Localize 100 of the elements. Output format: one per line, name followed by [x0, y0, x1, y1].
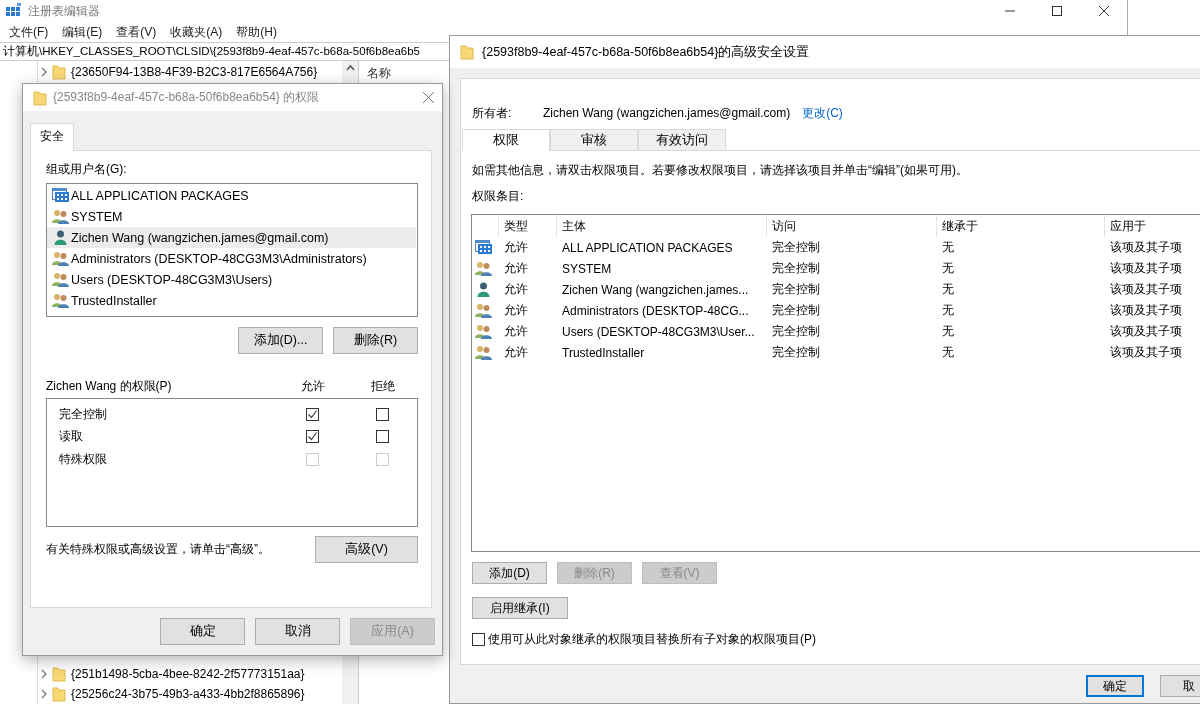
column-header[interactable]: 名称 [367, 66, 391, 80]
window-grid-icon [475, 240, 492, 255]
users-icon [52, 272, 69, 287]
list-button[interactable]: 添加(D)... [238, 327, 323, 354]
checkbox[interactable] [305, 430, 319, 444]
user-icon [475, 282, 492, 297]
table-cell-text: ALL APPLICATION PACKAGES [561, 239, 734, 257]
table-cell-text: 该项及其子项 [1109, 260, 1183, 277]
table-cell-text: 该项及其子项 [1109, 344, 1183, 361]
table-cell-text: Administrators (DESKTOP-48CG... [561, 302, 750, 320]
tab[interactable]: 权限 [462, 129, 550, 151]
table-cell-text: TrustedInstaller [561, 344, 646, 362]
menu-item[interactable]: 文件(F) [2, 23, 56, 41]
close-icon[interactable] [423, 92, 434, 103]
dialog-title: {2593f8b9-4eaf-457c-b68a-50f6b8ea6b54} 的权限 [53, 89, 320, 106]
table-cell-text: 无 [941, 302, 955, 319]
checkbox[interactable] [375, 430, 389, 444]
users-icon [475, 261, 492, 276]
table-cell-text: 完全控制 [771, 323, 821, 340]
user-icon [52, 230, 69, 245]
deny-header: 拒绝 [370, 377, 396, 395]
address-field[interactable]: 计算机\HKEY_CLASSES_ROOT\CLSID\{2593f8b9-4eaf-457c-b68a-50f6b8ea6b5 [0, 42, 449, 61]
checkbox-label: 使用可从此对象继承的权限项目替换所有子对象的权限项目(P) [488, 631, 816, 648]
users-icon [475, 303, 492, 318]
tree-item[interactable]: {23650F94-13B8-4F39-B2C3-817E6564A756} [71, 65, 318, 79]
menu-item[interactable]: 帮助(H) [229, 23, 284, 41]
permission-name: 特殊权限 [59, 450, 108, 468]
chevron-icon[interactable] [41, 67, 47, 77]
menu-item[interactable]: 查看(V) [109, 23, 164, 41]
list-item[interactable]: SYSTEM [47, 206, 416, 227]
tab[interactable]: 审核 [550, 129, 638, 150]
users-icon [52, 251, 69, 266]
checkbox[interactable] [375, 407, 389, 421]
tab[interactable]: 有效访问 [638, 129, 726, 150]
table-cell-text: 无 [941, 323, 955, 340]
table-cell-text: 完全控制 [771, 281, 821, 298]
checkbox[interactable] [472, 633, 485, 646]
permission-name: 读取 [59, 428, 84, 446]
column-header[interactable]: 继承于 [937, 215, 1105, 237]
table-cell-text: 无 [941, 260, 955, 277]
info-text: 如需其他信息，请双击权限项目。若要修改权限项目，请选择该项目并单击“编辑”(如果可用)。 [472, 162, 969, 179]
advanced-button[interactable]: 高级(V) [315, 536, 418, 563]
table-cell-text: 无 [941, 281, 955, 298]
table-cell-text: 完全控制 [771, 344, 821, 361]
owner-label: 所有者: [472, 104, 513, 122]
table-cell-text: SYSTEM [561, 260, 613, 278]
table-cell-text: 该项及其子项 [1109, 281, 1183, 298]
table-cell-text: 完全控制 [771, 302, 821, 319]
tree-item[interactable]: {251b1498-5cba-4bee-8242-2f57773151aa} [71, 667, 305, 681]
list-item[interactable]: Zichen Wang (wangzichen.james@gmail.com) [47, 227, 416, 248]
table-cell-text: 允许 [503, 323, 529, 340]
users-icon [52, 293, 69, 308]
users-icon [475, 345, 492, 360]
permissions-label: Zichen Wang 的权限(P) [46, 377, 173, 395]
entries-label: 权限条目: [472, 188, 525, 205]
owner-name: Zichen Wang (wangzichen.james@gmail.com) [543, 106, 791, 120]
table-cell-text: 允许 [503, 260, 529, 277]
column-header[interactable]: 主体 [557, 215, 767, 237]
users-icon [52, 209, 69, 224]
table-cell-text: 无 [941, 239, 955, 256]
advanced-hint: 有关特殊权限或高级设置，请单击“高级”。 [46, 541, 270, 558]
dialog-button[interactable]: 确定 [1086, 675, 1145, 697]
window-title: {2593f8b9-4eaf-457c-b68a-50f6b8ea6b54}的高级安全设置 [482, 43, 810, 61]
allow-header: 允许 [300, 377, 326, 395]
action-button[interactable]: 添加(D) [472, 562, 547, 584]
menu-item[interactable]: 收藏夹(A) [163, 23, 230, 41]
tree-item[interactable]: {25256c24-3b75-49b3-a433-4bb2f8865896} [71, 687, 305, 701]
window-grid-icon [52, 188, 69, 203]
dialog-button[interactable]: 确定 [160, 618, 245, 645]
folder-icon [52, 64, 66, 80]
folder-icon [52, 666, 66, 682]
dialog-button[interactable]: 取消 [255, 618, 340, 645]
menu-item[interactable]: 编辑(E) [55, 23, 110, 41]
dialog-button[interactable]: 取 [1160, 675, 1200, 697]
list-item[interactable]: TrustedInstaller [47, 290, 416, 311]
table-cell-text: 该项及其子项 [1109, 239, 1183, 256]
window-title: 注册表编辑器 [28, 2, 100, 20]
list-item[interactable]: Users (DESKTOP-48CG3M3\Users) [47, 269, 416, 290]
list-button[interactable]: 删除(R) [333, 327, 418, 354]
permission-name: 完全控制 [59, 405, 108, 423]
change-link[interactable]: 更改(C) [802, 104, 843, 122]
column-header[interactable]: 类型 [499, 215, 557, 237]
table-cell-text: 允许 [503, 239, 529, 256]
table-cell-text: 完全控制 [771, 239, 821, 256]
enable-inheritance-button[interactable]: 启用继承(I) [472, 597, 568, 619]
tab[interactable]: 安全 [30, 123, 74, 151]
checkbox[interactable] [305, 407, 319, 421]
column-header[interactable]: 访问 [767, 215, 937, 237]
registry-app-icon [6, 3, 22, 19]
table-cell-text: Users (DESKTOP-48CG3M3\User... [561, 323, 756, 341]
table-cell-text: 允许 [503, 281, 529, 298]
table-cell-text: Zichen Wang (wangzichen.james... [561, 281, 750, 299]
table-cell-text: 该项及其子项 [1109, 323, 1183, 340]
table-cell-text: 该项及其子项 [1109, 302, 1183, 319]
column-header[interactable]: 应用于 [1105, 215, 1200, 237]
list-item[interactable]: ALL APPLICATION PACKAGES [47, 185, 416, 206]
table-cell-text: 允许 [503, 344, 529, 361]
folder-icon [460, 44, 474, 60]
list-item[interactable]: Administrators (DESKTOP-48CG3M3\Administrators) [47, 248, 416, 269]
table-cell-text: 允许 [503, 302, 529, 319]
